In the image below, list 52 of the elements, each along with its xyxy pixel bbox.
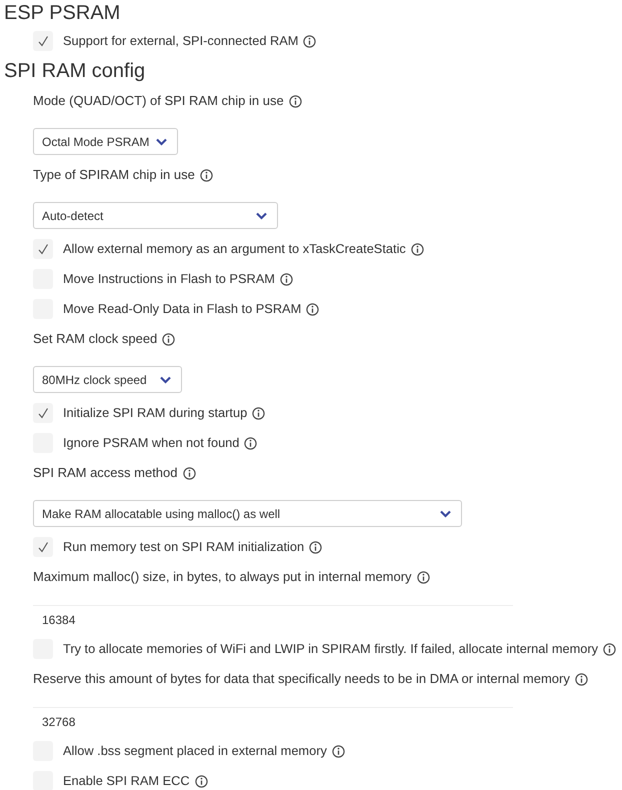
info-icon[interactable] <box>252 406 266 420</box>
check-icon <box>37 407 49 419</box>
info-icon[interactable] <box>603 642 616 656</box>
setting-label: Set RAM clock speed <box>33 330 158 348</box>
checkbox-label: Initialize SPI RAM during startup <box>63 404 248 422</box>
check-icon <box>37 243 49 255</box>
dropdown[interactable]: 80MHz clock speed <box>33 366 182 393</box>
checkbox-label: Allow .bss segment placed in external memory <box>63 742 327 760</box>
checkbox-label: Ignore PSRAM when not found <box>63 434 240 452</box>
setting-label: Reserve this amount of bytes for data that specifically needs to be in DMA or internal memory <box>33 670 570 688</box>
dropdown[interactable]: Auto-detect <box>33 202 278 229</box>
info-icon[interactable] <box>303 34 316 48</box>
checkbox-label: Run memory test on SPI RAM initialization <box>63 538 304 556</box>
checkbox-label: Try to allocate memories of WiFi and LWIP in SPIRAM firstly. If failed, allocate internal memory <box>63 640 598 658</box>
chevron-down-icon <box>256 212 267 220</box>
setting-label: Maximum malloc() size, in bytes, to always put in internal memory <box>33 568 412 586</box>
info-icon[interactable] <box>416 570 430 584</box>
checkbox[interactable] <box>33 31 53 51</box>
info-icon[interactable] <box>309 540 322 554</box>
info-icon[interactable] <box>306 302 320 316</box>
info-icon[interactable] <box>200 168 213 182</box>
chevron-down-icon <box>156 138 167 146</box>
checkbox-label: Allow external memory as an argument to xTaskCreateStatic <box>63 240 406 258</box>
chevron-down-icon <box>440 510 451 518</box>
checkbox-label: Move Instructions in Flash to PSRAM <box>63 270 275 288</box>
info-icon[interactable] <box>244 436 258 450</box>
number-field[interactable]: 32768 <box>33 707 513 736</box>
setting-label: Mode (QUAD/OCT) of SPI RAM chip in use <box>33 92 284 110</box>
info-icon[interactable] <box>162 332 176 346</box>
checkbox-label: Move Read-Only Data in Flash to PSRAM <box>63 300 302 318</box>
checkbox-label: Support for external, SPI-connected RAM <box>63 32 298 50</box>
info-icon[interactable] <box>288 94 302 108</box>
check-icon <box>37 35 49 47</box>
info-icon[interactable] <box>280 272 293 286</box>
info-icon[interactable] <box>574 672 588 686</box>
section-heading: ESP PSRAM <box>3 1 120 26</box>
section-heading: SPI RAM config <box>3 59 146 84</box>
check-icon <box>37 541 49 553</box>
info-icon[interactable] <box>410 242 424 256</box>
dropdown[interactable]: Make RAM allocatable using malloc() as well <box>33 500 462 527</box>
dropdown[interactable]: Octal Mode PSRAM <box>33 128 178 155</box>
checkbox[interactable] <box>33 403 53 423</box>
chevron-down-icon <box>160 376 171 384</box>
checkbox[interactable] <box>33 239 53 259</box>
checkbox-label: Enable SPI RAM ECC <box>63 772 190 790</box>
checkbox[interactable] <box>33 537 53 557</box>
info-icon[interactable] <box>332 744 345 758</box>
setting-label: SPI RAM access method <box>33 464 178 482</box>
info-icon[interactable] <box>194 774 208 788</box>
setting-label: Type of SPIRAM chip in use <box>33 166 195 184</box>
number-field[interactable]: 16384 <box>33 605 513 634</box>
info-icon[interactable] <box>182 466 196 480</box>
